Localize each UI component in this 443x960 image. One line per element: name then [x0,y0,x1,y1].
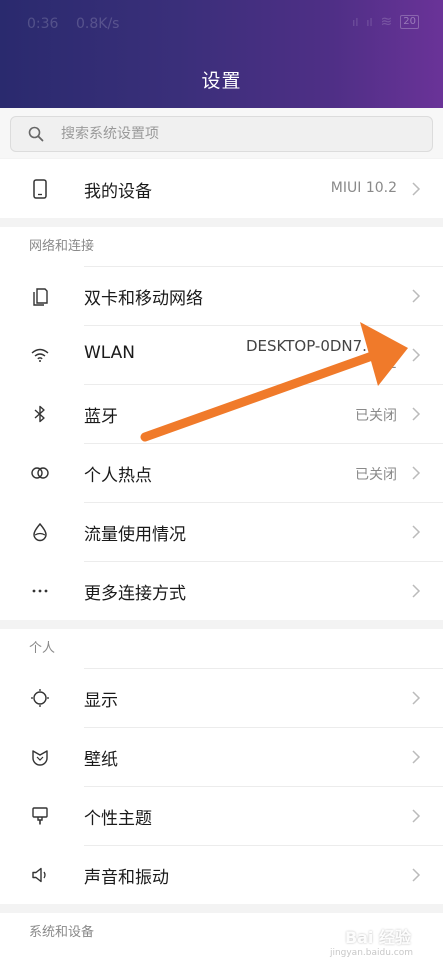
divider [84,845,443,846]
chevron-right-icon [412,750,421,764]
divider [84,443,443,444]
divider [84,266,443,267]
sim-card-icon [33,288,48,306]
divider [84,502,443,503]
chevron-right-icon [412,466,421,480]
page-title: 设置 [201,70,242,92]
row-label: 声音和振动 [84,868,169,888]
display-icon [31,689,49,707]
row-wlan[interactable]: WLAN DESKTOP-0DN7... 2 [0,325,443,384]
chevron-right-icon [412,182,421,196]
row-theme[interactable]: 个性主题 [0,786,443,845]
chevron-right-icon [412,868,421,882]
chevron-right-icon [412,407,421,421]
sound-icon [32,867,46,883]
row-label: 流量使用情况 [84,525,186,545]
divider [84,668,443,669]
chevron-right-icon [412,691,421,705]
chevron-right-icon [412,525,421,539]
row-bluetooth[interactable]: 蓝牙 已关闭 [0,384,443,443]
row-my-device[interactable]: 我的设备 MIUI 10.2 [0,159,443,218]
chevron-right-icon [412,809,421,823]
watermark-url: jingyan.baidu.com [329,948,413,958]
row-label: 壁纸 [84,750,118,770]
row-value: 已关闭 [355,408,397,424]
row-label: 双卡和移动网络 [84,289,203,309]
signal-icon: ıl [352,15,359,29]
wifi-status-icon: ≋ [380,14,393,30]
row-more-connections[interactable]: 更多连接方式 [0,561,443,620]
section-header-personal: 个人 [0,629,443,668]
row-sound-vibration[interactable]: 声音和振动 [0,845,443,904]
row-label: 我的设备 [84,182,152,202]
row-label: 蓝牙 [84,407,118,427]
section-gap [0,904,443,913]
row-label: 更多连接方式 [84,584,186,604]
row-dual-sim[interactable]: 双卡和移动网络 [0,266,443,325]
chevron-right-icon [412,348,421,362]
phone-icon [33,179,47,199]
row-value: 已关闭 [355,467,397,483]
divider [84,325,443,326]
more-dots-icon [32,589,48,593]
divider [84,384,443,385]
status-icons: ıl ıl ≋ 20 [352,14,419,30]
theme-icon [32,807,48,825]
header: 0:36 0.8K/s ıl ıl ≋ 20 设置 [0,0,443,108]
search-box[interactable] [10,116,433,152]
wifi-icon [31,348,49,362]
search-icon [28,126,44,142]
row-label: 个人热点 [84,466,152,486]
watermark: Bai 经验 [344,928,411,947]
divider [84,727,443,728]
row-label: 显示 [84,691,118,711]
wlan-network-suffix: 2 [388,357,397,372]
row-label: 个性主题 [84,809,152,829]
status-time: 0:36 [27,16,59,32]
row-display[interactable]: 显示 [0,668,443,727]
wlan-network-name: DESKTOP-0DN7... [246,337,377,355]
row-hotspot[interactable]: 个人热点 已关闭 [0,443,443,502]
status-network-speed: 0.8K/s [76,16,120,32]
row-data-usage[interactable]: 流量使用情况 [0,502,443,561]
divider [84,786,443,787]
row-value: MIUI 10.2 [330,180,397,196]
row-wallpaper[interactable]: 壁纸 [0,727,443,786]
wallpaper-icon [32,750,48,766]
battery-icon: 20 [400,15,419,29]
section-header-network: 网络和连接 [0,227,443,266]
bluetooth-icon [34,405,45,423]
chevron-right-icon [412,289,421,303]
divider [84,561,443,562]
section-gap [0,218,443,227]
status-bar: 0:36 0.8K/s ıl ıl ≋ 20 [0,0,443,46]
signal-icon-2: ıl [366,15,373,29]
search-bar-area [0,108,443,158]
chevron-right-icon [412,584,421,598]
section-gap [0,620,443,629]
search-input[interactable] [61,121,421,147]
row-label: WLAN [84,343,136,363]
data-usage-icon [33,522,47,542]
hotspot-icon [31,467,49,479]
